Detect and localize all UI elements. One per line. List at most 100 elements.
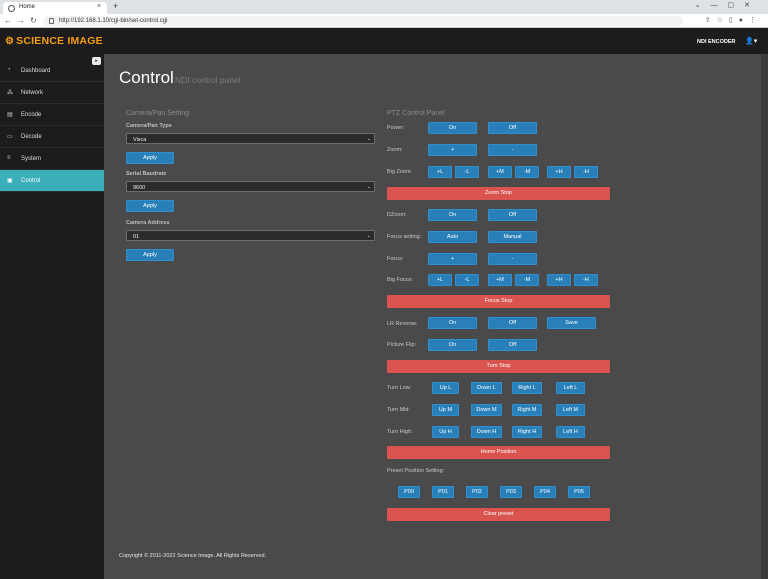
camera-type-select[interactable]: Visca ⌄ [126, 133, 375, 144]
turn-stop-button[interactable]: Turn Stop [387, 360, 610, 373]
lr-reverse-label: LR Reverse: [387, 321, 418, 327]
camera-type-label: Camera/Pan Type [126, 123, 172, 129]
ptz-section-heading: PTZ Control Panel [387, 110, 445, 117]
sidebar-item-system[interactable]: ≡ System [0, 148, 104, 170]
browser-toolbar-icons[interactable]: ⇪☆▯●⋮ [705, 16, 762, 24]
address-bar: ←→↻ http://192.168.1.10/cgi-bin/set-cont… [0, 14, 768, 28]
dashboard-icon: ◔ [7, 67, 11, 73]
sidebar-item-dashboard[interactable]: ◔ Dashboard [0, 60, 104, 82]
nav-buttons[interactable]: ←→↻ [4, 16, 42, 25]
focus-setting-label: Focus setting: [387, 234, 422, 240]
big-focus-plus-h-button[interactable]: +H [547, 274, 571, 286]
turn-mid-down-button[interactable]: Down M [471, 404, 502, 416]
sidebar-toggle-icon[interactable]: ▸ [92, 57, 101, 65]
camera-address-value: 01 [133, 233, 140, 240]
camera-section-heading: Camera/Pan Setting [126, 110, 190, 117]
preset-p03-button[interactable]: P03 [500, 486, 522, 498]
focus-stop-button[interactable]: Focus Stop [387, 295, 610, 308]
sidebar-item-label: Dashboard [21, 67, 51, 74]
brand-logo[interactable]: ⚙ SCIENCE IMAGE [5, 35, 103, 47]
big-focus-minus-m-button[interactable]: -M [515, 274, 539, 286]
big-zoom-plus-l-button[interactable]: +L [428, 166, 452, 178]
big-focus-minus-h-button[interactable]: -H [574, 274, 598, 286]
sidebar-item-control[interactable]: ▣ Control [0, 170, 104, 192]
preset-p01-button[interactable]: P01 [432, 486, 454, 498]
apply-address-button[interactable]: Apply [126, 249, 174, 261]
focus-far-button[interactable]: - [488, 253, 537, 265]
url-text: http://192.168.1.10/cgi-bin/set-control.… [59, 17, 168, 24]
big-focus-plus-l-button[interactable]: +L [428, 274, 452, 286]
big-zoom-minus-h-button[interactable]: -H [574, 166, 598, 178]
turn-mid-label: Turn Mid: [387, 407, 411, 413]
turn-high-up-button[interactable]: Up H [432, 426, 459, 438]
turn-high-right-button[interactable]: Right H [512, 426, 542, 438]
big-zoom-minus-l-button[interactable]: -L [455, 166, 479, 178]
turn-low-right-button[interactable]: Right L [512, 382, 542, 394]
zoom-out-button[interactable]: - [488, 144, 537, 156]
picture-flip-off-button[interactable]: Off [488, 339, 537, 351]
big-zoom-plus-h-button[interactable]: +H [547, 166, 571, 178]
turn-mid-right-button[interactable]: Right M [512, 404, 542, 416]
lr-reverse-on-button[interactable]: On [428, 317, 477, 329]
preset-p04-button[interactable]: P04 [534, 486, 556, 498]
footer-copyright: Copyright © 2011-2022 Science Image. All… [119, 553, 267, 559]
info-icon[interactable] [49, 17, 54, 24]
turn-low-down-button[interactable]: Down L [471, 382, 502, 394]
turn-low-label: Turn Low: [387, 385, 412, 391]
big-focus-minus-l-button[interactable]: -L [455, 274, 479, 286]
clear-preset-button[interactable]: Clear preset [387, 508, 610, 521]
big-zoom-plus-m-button[interactable]: +M [488, 166, 512, 178]
dzoom-label: DZoom: [387, 212, 407, 218]
baudrate-label: Serial Baudrate [126, 171, 167, 177]
camera-address-select[interactable]: 01 ⌄ [126, 230, 375, 241]
power-off-button[interactable]: Off [488, 122, 537, 134]
turn-mid-up-button[interactable]: Up M [432, 404, 459, 416]
picture-flip-label: Picture Flip: [387, 342, 417, 348]
turn-low-left-button[interactable]: Left L [556, 382, 585, 394]
close-tab-icon[interactable]: × [97, 3, 101, 10]
browser-tab[interactable]: Home × [3, 2, 107, 14]
sidebar-item-network[interactable]: ⁂ Network [0, 82, 104, 104]
turn-high-label: Turn High: [387, 429, 413, 435]
page-title: Control [119, 68, 174, 87]
turn-mid-left-button[interactable]: Left M [556, 404, 585, 416]
focus-near-button[interactable]: + [428, 253, 477, 265]
baudrate-select[interactable]: 9600 ⌄ [126, 181, 375, 192]
dzoom-off-button[interactable]: Off [488, 209, 537, 221]
url-field[interactable]: http://192.168.1.10/cgi-bin/set-control.… [43, 16, 683, 26]
picture-flip-on-button[interactable]: On [428, 339, 477, 351]
sidebar-item-encode[interactable]: ▤ Encode [0, 104, 104, 126]
zoom-stop-button[interactable]: Zoom Stop [387, 187, 610, 200]
turn-high-left-button[interactable]: Left H [556, 426, 585, 438]
turn-high-down-button[interactable]: Down H [471, 426, 502, 438]
preset-p02-button[interactable]: P02 [466, 486, 488, 498]
preset-p05-button[interactable]: P05 [568, 486, 590, 498]
big-zoom-minus-m-button[interactable]: -M [515, 166, 539, 178]
home-position-button[interactable]: Home Position [387, 446, 610, 459]
power-label: Power: [387, 125, 405, 131]
scrollbar[interactable] [761, 54, 768, 579]
zoom-in-button[interactable]: + [428, 144, 477, 156]
window-controls[interactable]: ⌄—▢✕ [695, 1, 760, 9]
sidebar-item-decode[interactable]: ▭ Decode [0, 126, 104, 148]
turn-low-up-button[interactable]: Up L [432, 382, 459, 394]
big-focus-plus-m-button[interactable]: +M [488, 274, 512, 286]
lr-reverse-off-button[interactable]: Off [488, 317, 537, 329]
power-on-button[interactable]: On [428, 122, 477, 134]
globe-icon [8, 4, 15, 12]
sidebar-item-label: Decode [21, 133, 42, 140]
sidebar-item-label: Network [21, 89, 44, 96]
sidebar-item-label: System [21, 155, 42, 162]
user-menu-icon[interactable]: 👤▾ [745, 37, 757, 45]
preset-p00-button[interactable]: P00 [398, 486, 420, 498]
new-tab-icon[interactable]: + [113, 1, 118, 11]
focus-manual-button[interactable]: Manual [488, 231, 537, 243]
apply-baudrate-button[interactable]: Apply [126, 200, 174, 212]
chevron-down-icon: ⌄ [366, 233, 371, 239]
focus-auto-button[interactable]: Auto [428, 231, 477, 243]
dzoom-on-button[interactable]: On [428, 209, 477, 221]
lr-reverse-save-button[interactable]: Save [547, 317, 596, 329]
apply-camera-type-button[interactable]: Apply [126, 152, 174, 164]
preset-position-label: Preset Position Setting: [387, 468, 445, 474]
sidebar-item-label: Encode [21, 111, 42, 118]
